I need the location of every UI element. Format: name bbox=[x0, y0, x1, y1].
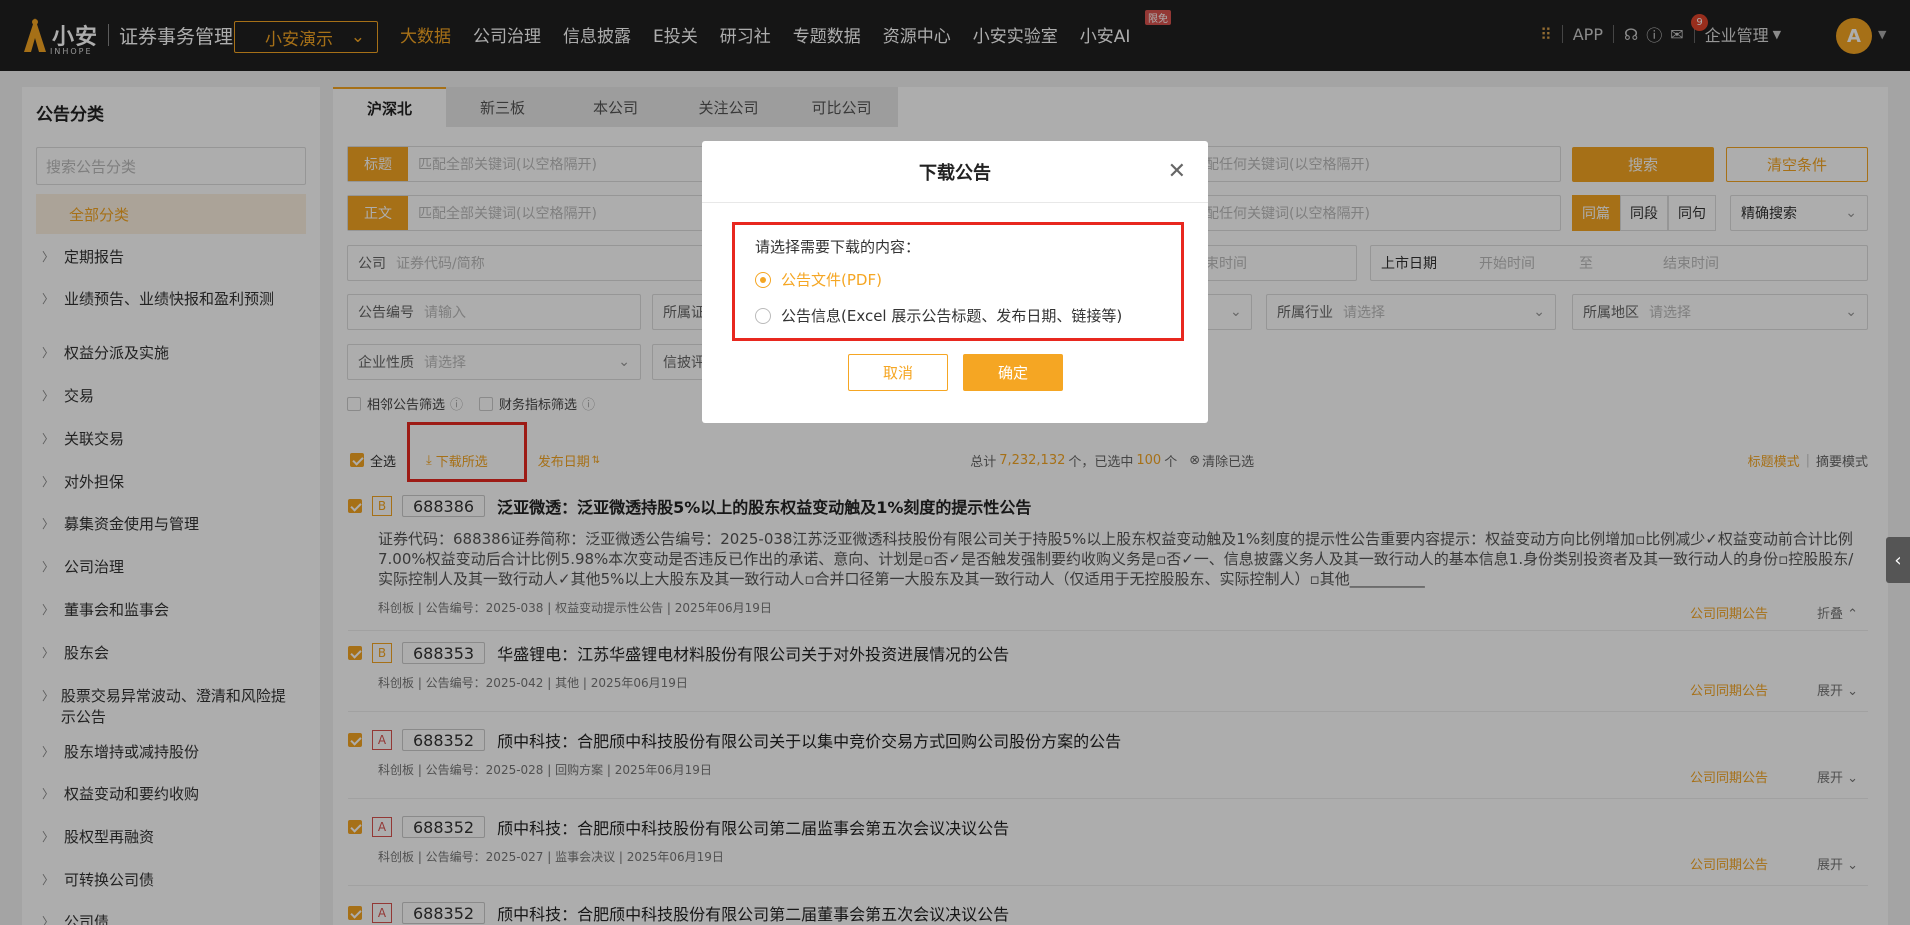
modal-overlay[interactable] bbox=[0, 0, 1910, 925]
option-excel[interactable]: 公告信息(Excel 展示公告标题、发布日期、链接等) bbox=[755, 305, 1122, 326]
confirm-button[interactable]: 确定 bbox=[963, 354, 1063, 391]
excel-radio[interactable] bbox=[755, 307, 771, 324]
pdf-label: 公告文件(PDF) bbox=[781, 271, 882, 289]
cancel-button[interactable]: 取消 bbox=[848, 354, 948, 391]
close-icon[interactable]: ✕ bbox=[1168, 159, 1186, 184]
pdf-radio[interactable] bbox=[755, 271, 771, 288]
option-pdf[interactable]: 公告文件(PDF) bbox=[755, 269, 882, 290]
download-dialog: 下载公告 ✕ 请选择需要下载的内容： 公告文件(PDF) 公告信息(Excel … bbox=[702, 141, 1208, 423]
excel-label: 公告信息(Excel 展示公告标题、发布日期、链接等) bbox=[781, 307, 1123, 325]
collapse-panel-icon[interactable]: ‹ bbox=[1886, 537, 1910, 583]
dialog-title: 下载公告 bbox=[702, 141, 1208, 203]
dialog-prompt: 请选择需要下载的内容： bbox=[755, 238, 921, 256]
